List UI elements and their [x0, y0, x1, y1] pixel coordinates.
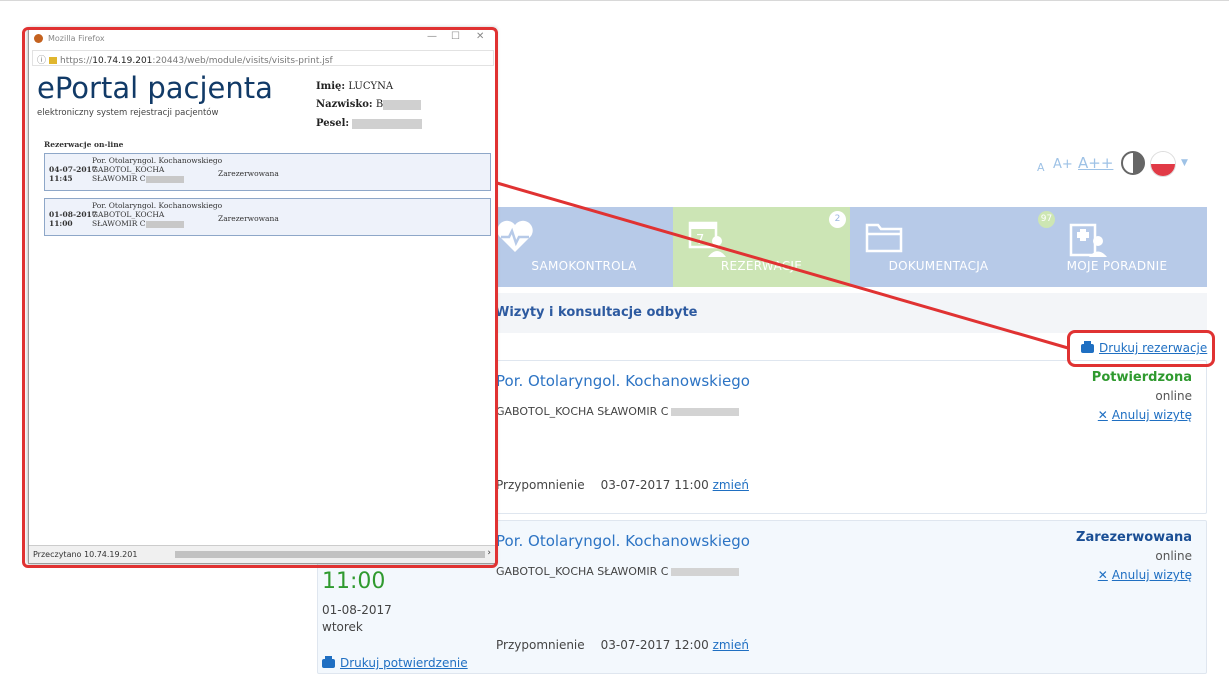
- connector-arrow: [496, 181, 1069, 350]
